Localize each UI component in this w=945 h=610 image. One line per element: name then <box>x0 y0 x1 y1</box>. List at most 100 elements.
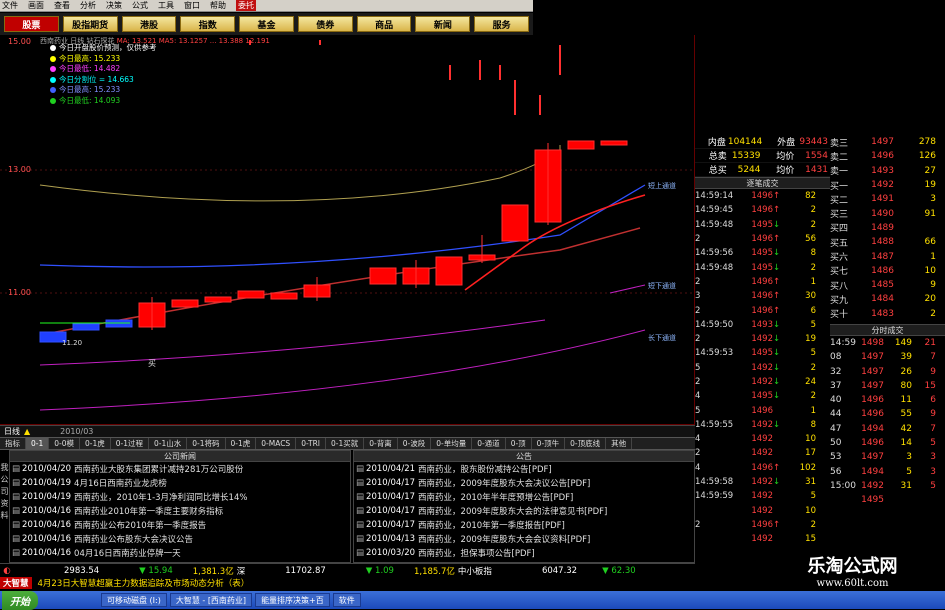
news-title[interactable]: 西南药业，股东股份减持公告[PDF] <box>418 463 552 475</box>
indicator-tab[interactable]: 0-1虎 <box>80 438 111 449</box>
nav-button[interactable]: 港股 <box>121 16 177 32</box>
news-ticker[interactable]: 大智慧 4月23日大智慧超赢主力数据追踪及市场动态分析（表） <box>0 577 695 589</box>
news-row[interactable]: ▤ 2010/04/19 4月16日西南药业龙虎榜 <box>10 476 350 490</box>
news-row[interactable]: ▤ 2010/04/17 西南药业，2009年度股东大会决议公告[PDF] <box>354 476 694 490</box>
indicator-tab[interactable]: 0-通道 <box>472 438 506 449</box>
news-title[interactable]: 西南药业公布股东大会决议公告 <box>74 533 193 545</box>
menu-item[interactable]: 委托 <box>236 0 256 11</box>
trade-volume: 10 <box>805 434 816 445</box>
indicator-tab[interactable]: 0-顶底线 <box>565 438 607 449</box>
news-title[interactable]: 西南药业，担保事项公告[PDF] <box>418 547 535 559</box>
nav-button[interactable]: 新闻 <box>415 16 471 32</box>
menu-item[interactable]: 分析 <box>80 0 96 11</box>
news-row[interactable]: ▤ 2010/04/13 西南药业，2009年度股东大会会议资料[PDF] <box>354 532 694 546</box>
minute-time: 40 <box>830 395 842 406</box>
menu-item[interactable]: 画面 <box>28 0 44 11</box>
indicator-tab[interactable]: 0-1山水 <box>149 438 188 449</box>
indicator-tab[interactable]: 0-背离 <box>364 438 398 449</box>
indicator-tab[interactable]: 0-1过程 <box>111 438 149 449</box>
news-row[interactable]: ▤ 2010/03/20 西南药业，担保事项公告[PDF] <box>354 546 694 560</box>
menu-item[interactable]: 决策 <box>106 0 122 11</box>
indicator-tab[interactable]: 0-0模 <box>49 438 80 449</box>
indicator-tab[interactable]: 0-顶 <box>506 438 532 449</box>
taskbar-item[interactable]: 可移动磁盘 (I:) <box>101 593 167 607</box>
news-row[interactable]: ▤ 2010/04/19 西南药业，2010年1-3月净利润同比增长14% <box>10 490 350 504</box>
indicator-tab[interactable]: 0-1虎 <box>226 438 257 449</box>
news-row[interactable]: ▤ 2010/04/21 西南药业，股东股份减持公告[PDF] <box>354 462 694 476</box>
ask-row[interactable]: 卖三 1497 278 <box>830 135 945 149</box>
indicator-tab[interactable]: 0-1买就 <box>326 438 365 449</box>
start-button[interactable]: 开始 <box>2 590 38 610</box>
bid-row[interactable]: 买五 1488 66 <box>830 235 945 249</box>
period-label[interactable]: 日线 <box>0 426 24 437</box>
nav-button[interactable]: 商品 <box>356 16 412 32</box>
news-row[interactable]: ▤ 2010/04/17 西南药业，2010年半年度预增公告[PDF] <box>354 490 694 504</box>
news-title[interactable]: 西南药业，2009年度股东大会的法律意见书[PDF] <box>418 505 607 517</box>
news-row[interactable]: ▤ 2010/04/16 西南药业2010年第一季度主要财务指标 <box>10 504 350 518</box>
news-row[interactable]: ▤ 2010/04/16 西南药业公布2010年第一季度报告 <box>10 518 350 532</box>
bid-row[interactable]: 买八 1485 9 <box>830 278 945 292</box>
indicator-tab[interactable]: 其他 <box>606 438 633 449</box>
news-title[interactable]: 西南药业，2010年第一季度报告[PDF] <box>418 519 565 531</box>
menu-item[interactable]: 公式 <box>132 0 148 11</box>
news-row[interactable]: ▤ 2010/04/17 西南药业，2009年度股东大会的法律意见书[PDF] <box>354 504 694 518</box>
news-title[interactable]: 西南药业，2010年1-3月净利润同比增长14% <box>74 491 247 503</box>
ticker-text[interactable]: 4月23日大智慧超赢主力数据追踪及市场动态分析（表） <box>38 577 250 589</box>
indicator-tab[interactable]: 0-单均量 <box>431 438 473 449</box>
news-row[interactable]: ▤ 2010/04/17 西南药业，2010年第一季度报告[PDF] <box>354 518 694 532</box>
news-row[interactable]: ▤ 2010/04/20 西南药业大股东集团累计减持281万公司股份 <box>10 462 350 476</box>
quote-summary: 内盘 104144 外盘 93443 总卖 15339 均价 1554 总买 5244 均价 1431… <box>695 135 830 546</box>
minute-count: 7 <box>930 423 936 434</box>
ask-row[interactable]: 卖一 1493 27 <box>830 164 945 178</box>
nav-button[interactable]: 指数 <box>180 16 236 32</box>
bid-row[interactable]: 买七 1486 10 <box>830 264 945 278</box>
menu-item[interactable]: 帮助 <box>210 0 226 11</box>
news-item-icon: ▤ <box>356 520 365 530</box>
menu-item[interactable]: 文件 <box>2 0 18 11</box>
indicator-tab[interactable]: 0-MACS <box>256 438 297 449</box>
indicator-tab[interactable]: 0-TRI <box>296 438 326 449</box>
news-title[interactable]: 西南药业，2009年度股东大会决议公告[PDF] <box>418 477 590 489</box>
news-title[interactable]: 04月16日西南药业停牌一天 <box>74 547 181 559</box>
taskbar-item[interactable]: 软件 <box>332 593 361 607</box>
trade-volume: 82 <box>805 191 816 202</box>
indicator-tab[interactable]: 0-1将码 <box>187 438 226 449</box>
news-title[interactable]: 西南药业公布2010年第一季度报告 <box>74 519 206 531</box>
news-title[interactable]: 西南药业2010年第一季度主要财务指标 <box>74 505 223 517</box>
menu-item[interactable]: 查看 <box>54 0 70 11</box>
nav-button[interactable]: 债券 <box>297 16 353 32</box>
bid-row[interactable]: 买三 1490 91 <box>830 206 945 221</box>
news-item-icon: ▤ <box>356 548 365 558</box>
menu-item[interactable]: 窗口 <box>184 0 200 11</box>
bid-row[interactable]: 买一 1492 19 <box>830 178 945 192</box>
nav-button[interactable]: 股票 <box>4 16 59 32</box>
trade-price: 1495 <box>751 262 773 273</box>
news-row[interactable]: ▤ 2010/04/16 04月16日西南药业停牌一天 <box>10 546 350 560</box>
bid-row[interactable]: 买二 1491 3 <box>830 192 945 206</box>
indicator-tab[interactable]: 0-顶牛 <box>532 438 566 449</box>
indicator-tab[interactable]: 0-1 <box>26 438 50 449</box>
nav-button[interactable]: 股指期货 <box>62 16 118 32</box>
news-title[interactable]: 4月16日西南药业龙虎榜 <box>74 477 167 489</box>
taskbar-item[interactable]: 大智慧 - [西南药业] <box>169 593 253 607</box>
taskbar-item[interactable]: 能量排序决策+百 <box>255 593 330 607</box>
refresh-icon[interactable]: ◐ <box>0 566 14 576</box>
indicator-tab[interactable]: 指标 <box>0 438 26 449</box>
trade-direction-icon: ↑ <box>773 291 781 302</box>
indicator-tab[interactable]: 0-波段 <box>398 438 432 449</box>
bid-row[interactable]: 买四 1489 <box>830 221 945 235</box>
kline-chart[interactable]: 西南药业 日线 钻石探花 MA: 13.521 MA5: 13.1257 ...… <box>0 35 695 425</box>
news-title[interactable]: 西南药业，2009年度股东大会会议资料[PDF] <box>418 533 590 545</box>
app-logo: 大智慧 <box>0 577 32 589</box>
bid-row[interactable]: 买九 1484 20 <box>830 292 945 306</box>
nav-button[interactable]: 服务 <box>474 16 530 32</box>
news-title[interactable]: 西南药业大股东集团累计减持281万公司股份 <box>74 463 243 475</box>
news-row[interactable]: ▤ 2010/04/16 西南药业公布股东大会决议公告 <box>10 532 350 546</box>
menu-item[interactable]: 工具 <box>158 0 174 11</box>
news-date: 2010/04/17 <box>366 478 416 488</box>
bid-row[interactable]: 买六 1487 1 <box>830 249 945 264</box>
bid-row[interactable]: 买十 1483 2 <box>830 307 945 321</box>
ask-row[interactable]: 卖二 1496 126 <box>830 149 945 163</box>
nav-button[interactable]: 基金 <box>239 16 294 32</box>
news-title[interactable]: 西南药业，2010年半年度预增公告[PDF] <box>418 491 573 503</box>
